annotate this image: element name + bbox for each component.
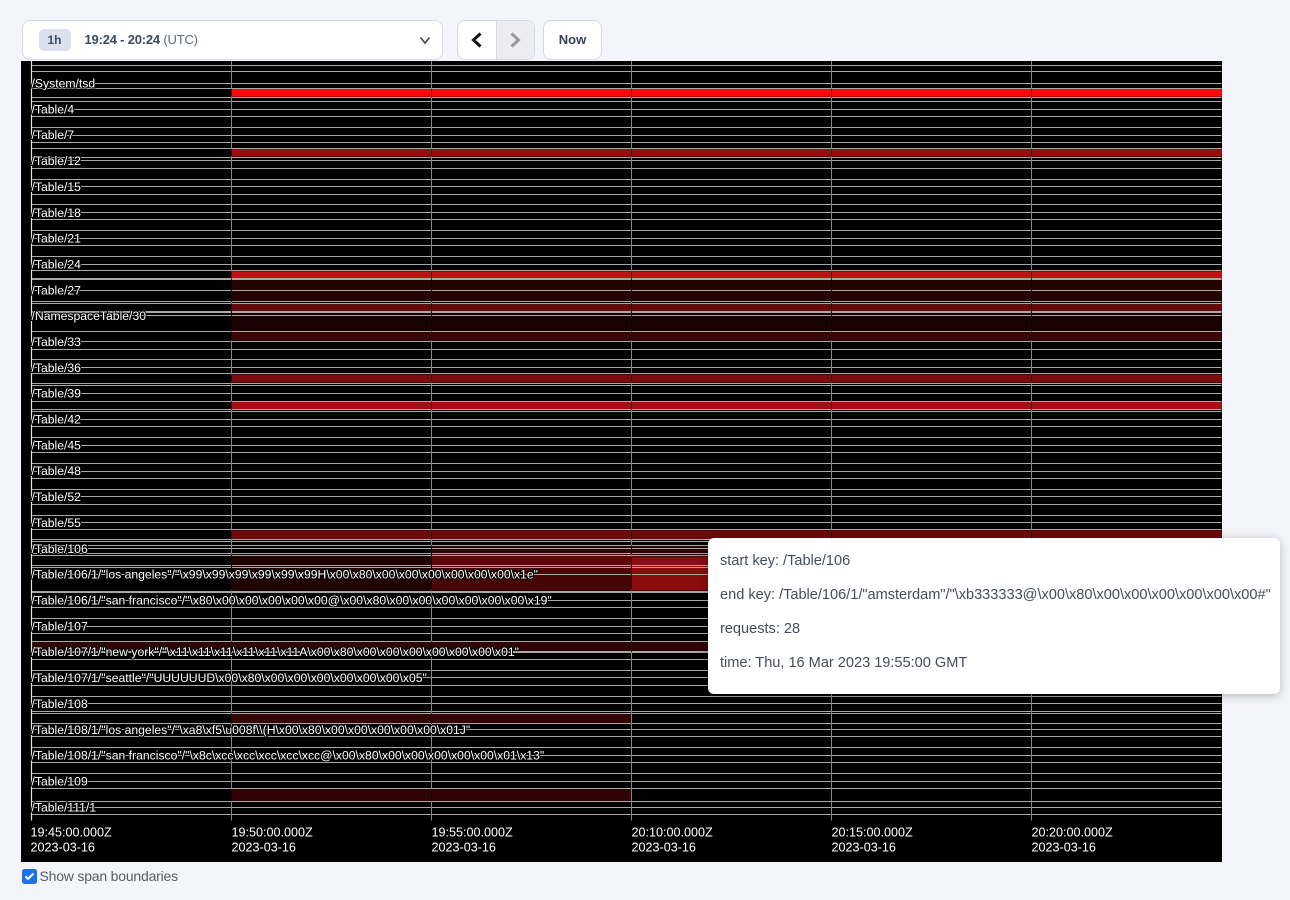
- svg-text:/Table/52: /Table/52: [32, 490, 82, 504]
- svg-text:20:20:00.000Z: 20:20:00.000Z: [1032, 825, 1114, 839]
- svg-text:/Table/4: /Table/4: [32, 102, 75, 116]
- svg-text:/Table/18: /Table/18: [32, 205, 82, 219]
- svg-text:2023-03-16: 2023-03-16: [832, 840, 896, 854]
- svg-text:/Table/106: /Table/106: [32, 541, 88, 555]
- svg-text:2023-03-16: 2023-03-16: [1032, 840, 1096, 854]
- svg-text:/Table/36: /Table/36: [32, 360, 82, 374]
- svg-text:/Table/107: /Table/107: [32, 619, 88, 633]
- svg-text:19:55:00.000Z: 19:55:00.000Z: [432, 825, 514, 839]
- svg-text:/Table/27: /Table/27: [32, 283, 82, 297]
- svg-text:/Table/108/1/"los angeles"/"\x: /Table/108/1/"los angeles"/"\xa8\xf5\u00…: [32, 722, 471, 736]
- svg-text:/Table/7: /Table/7: [32, 128, 75, 142]
- svg-text:19:50:00.000Z: 19:50:00.000Z: [232, 825, 314, 839]
- svg-text:/Table/107/1/"seattle"/"UUUUUU: /Table/107/1/"seattle"/"UUUUUUD\x00\x80\…: [32, 671, 427, 685]
- svg-text:/Table/108/1/"san francisco"/": /Table/108/1/"san francisco"/"\x8c\xcc\x…: [32, 748, 545, 762]
- svg-text:/Table/107/1/"new york"/"\x11\: /Table/107/1/"new york"/"\x11\x11\x11\x1…: [32, 645, 520, 659]
- svg-text:/Table/21: /Table/21: [32, 231, 82, 245]
- svg-text:/Table/42: /Table/42: [32, 412, 82, 426]
- svg-text:/Table/48: /Table/48: [32, 464, 82, 478]
- svg-text:/Table/109: /Table/109: [32, 774, 88, 788]
- svg-text:20:10:00.000Z: 20:10:00.000Z: [632, 825, 714, 839]
- svg-text:/Table/106/1/"san francisco"/": /Table/106/1/"san francisco"/"\x80\x00\x…: [32, 593, 552, 607]
- svg-text:/Table/106/1/"los angeles"/"\x: /Table/106/1/"los angeles"/"\x99\x99\x99…: [32, 567, 538, 581]
- svg-text:/NamespaceTable/30: /NamespaceTable/30: [32, 309, 147, 323]
- svg-text:/Table/12: /Table/12: [32, 154, 82, 168]
- svg-text:2023-03-16: 2023-03-16: [232, 840, 296, 854]
- svg-text:/Table/15: /Table/15: [32, 179, 82, 193]
- svg-text:20:15:00.000Z: 20:15:00.000Z: [832, 825, 914, 839]
- svg-text:/Table/39: /Table/39: [32, 386, 82, 400]
- svg-text:2023-03-16: 2023-03-16: [432, 840, 496, 854]
- svg-text:/Table/45: /Table/45: [32, 438, 82, 452]
- svg-text:/Table/33: /Table/33: [32, 335, 82, 349]
- svg-text:/Table/55: /Table/55: [32, 515, 82, 529]
- svg-text:2023-03-16: 2023-03-16: [632, 840, 696, 854]
- svg-text:2023-03-16: 2023-03-16: [31, 840, 95, 854]
- svg-text:/Table/111/1: /Table/111/1: [32, 800, 97, 814]
- svg-text:/System/tsd: /System/tsd: [32, 76, 96, 90]
- svg-text:/Table/108: /Table/108: [32, 696, 88, 710]
- svg-text:19:45:00.000Z: 19:45:00.000Z: [31, 825, 113, 839]
- svg-text:/Table/24: /Table/24: [32, 257, 82, 271]
